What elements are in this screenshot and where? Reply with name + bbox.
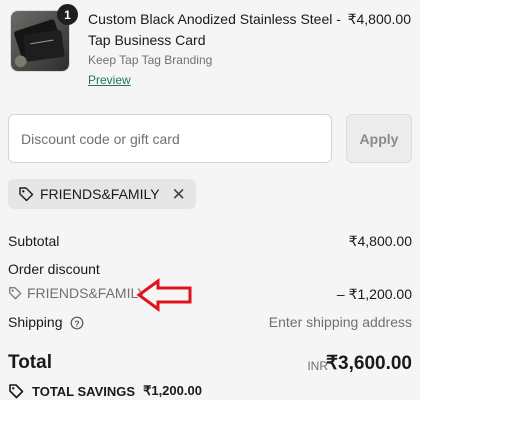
subtotal-label: Subtotal	[8, 233, 60, 249]
apply-button[interactable]: Apply	[346, 114, 412, 163]
total-currency: INR	[307, 359, 328, 373]
preview-link[interactable]: Preview	[88, 73, 131, 87]
svg-text:?: ?	[75, 319, 80, 329]
shipping-label-row: Shipping ?	[8, 314, 84, 330]
order-summary-panel: 1 Custom Black Anodized Stainless Steel …	[0, 0, 420, 400]
discount-code-input[interactable]	[8, 114, 332, 163]
tag-icon	[9, 287, 22, 300]
subtotal-value: ₹4,800.00	[348, 233, 412, 249]
order-discount-label: Order discount	[8, 261, 100, 277]
discount-code-line: FRIENDS&FAMILY	[8, 285, 147, 301]
quantity-badge: 1	[57, 4, 78, 25]
discount-code-name: FRIENDS&FAMILY	[27, 285, 147, 301]
savings-value: ₹1,200.00	[143, 383, 202, 398]
product-variant: Keep Tap Tag Branding	[88, 53, 213, 67]
shipping-label: Shipping	[8, 314, 63, 330]
discount-value: – ₹1,200.00	[336, 286, 412, 302]
close-icon[interactable]: ✕	[172, 186, 186, 203]
applied-code-label: FRIENDS&FAMILY	[40, 186, 160, 202]
red-arrow-left-icon	[136, 278, 192, 312]
total-savings: TOTAL SAVINGS ₹1,200.00	[8, 383, 202, 399]
info-icon[interactable]: ?	[70, 316, 84, 330]
product-name: Custom Black Anodized Stainless Steel - …	[88, 11, 341, 48]
tag-icon	[19, 187, 34, 202]
total-value: ₹3,600.00	[325, 353, 412, 374]
shipping-value: Enter shipping address	[268, 314, 412, 330]
product-price: ₹4,800.00	[347, 11, 411, 27]
savings-label: TOTAL SAVINGS	[32, 383, 136, 399]
applied-code-chip: FRIENDS&FAMILY ✕	[8, 179, 196, 209]
total-label: Total	[8, 352, 52, 373]
tag-icon	[9, 384, 24, 399]
